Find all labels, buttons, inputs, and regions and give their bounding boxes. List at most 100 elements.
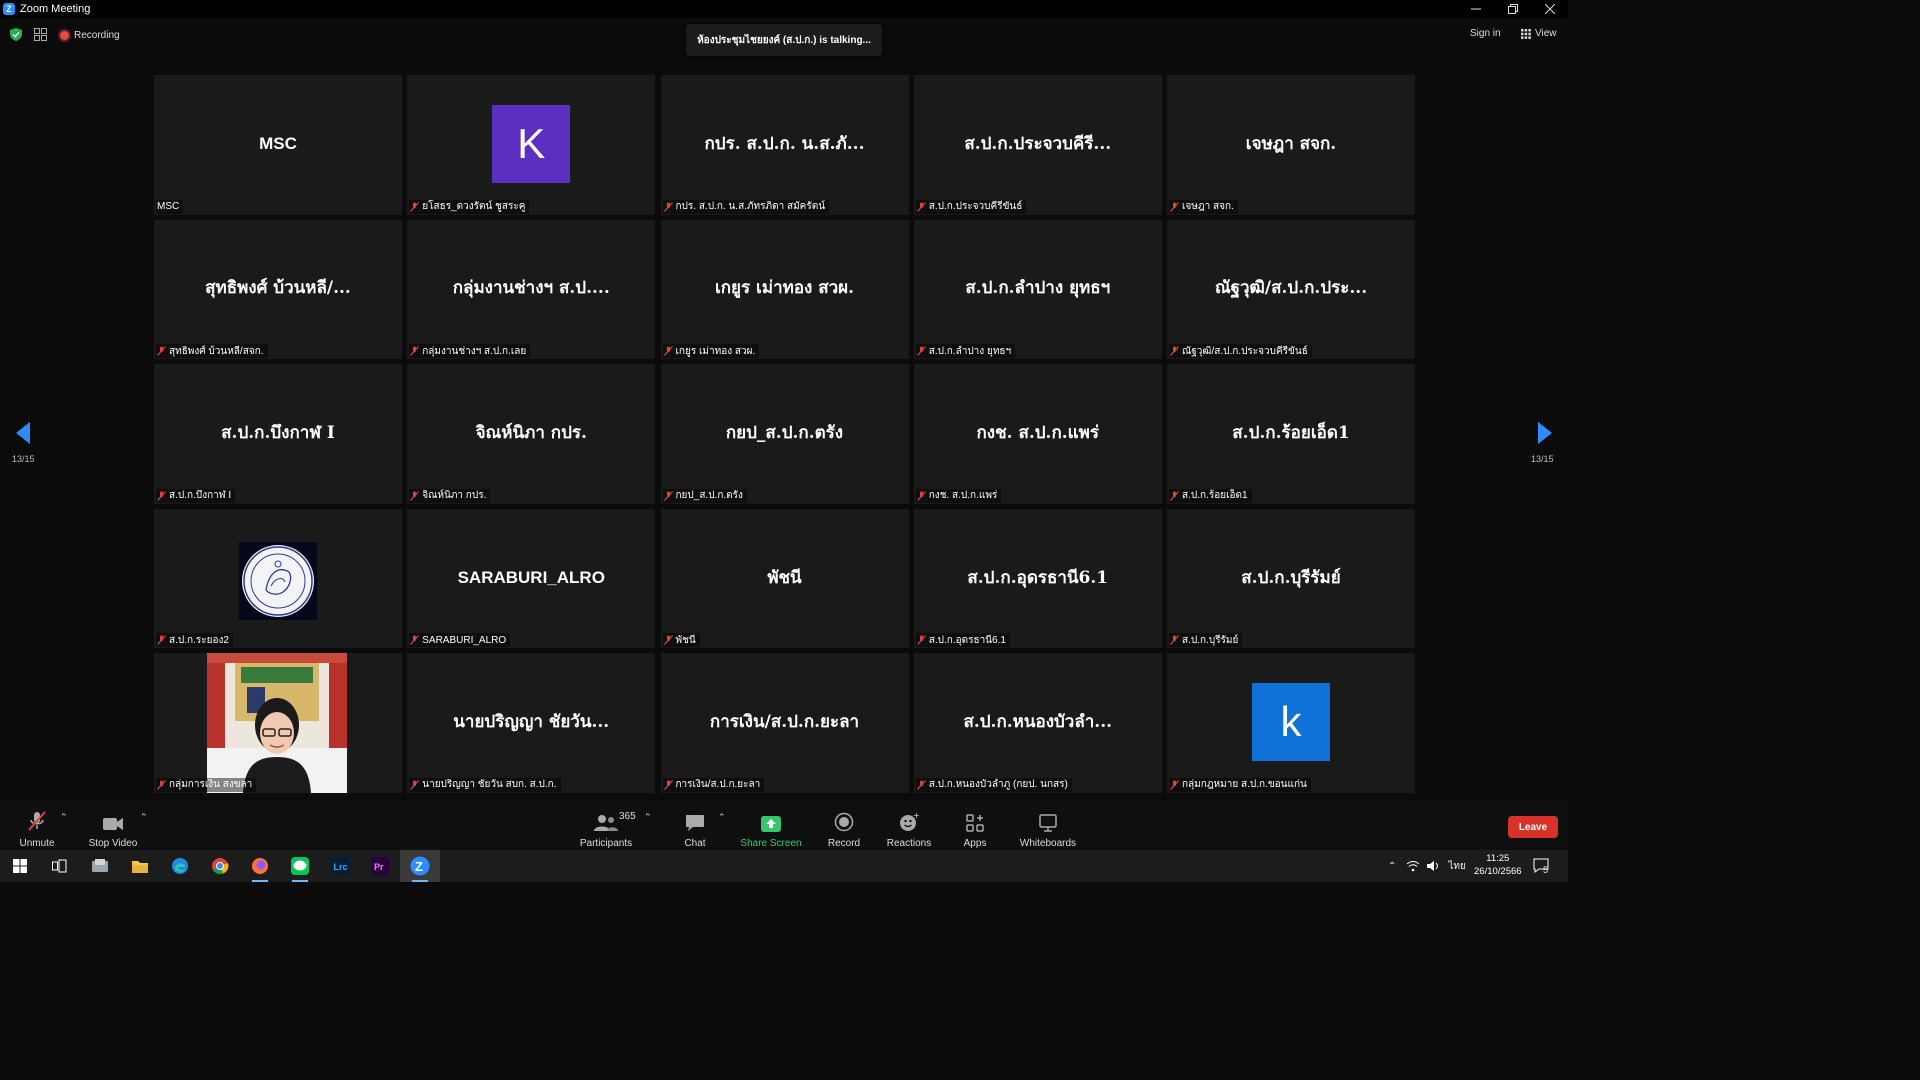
previous-page-arrow-icon[interactable] bbox=[16, 422, 30, 449]
share-screen-button[interactable]: Share Screen bbox=[740, 800, 802, 850]
muted-mic-icon bbox=[1170, 490, 1179, 501]
chat-button[interactable]: Chat bbox=[680, 800, 710, 850]
task-view-icon[interactable] bbox=[40, 850, 80, 882]
firefox-browser-icon[interactable] bbox=[240, 850, 280, 882]
reactions-smiley-icon: + bbox=[900, 812, 919, 831]
active-speaker-banner: ห้องประชุมไชยยงค์ (ส.ป.ก.) is talking... bbox=[686, 24, 882, 56]
participant-tile[interactable]: เจษฎา สจก. เจษฎา สจก. bbox=[1167, 75, 1415, 215]
participant-tile[interactable]: กยป_ส.ป.ก.ตรัง กยป_ส.ป.ก.ตรัง bbox=[660, 364, 909, 504]
participant-tile[interactable]: พัชนี พัชนี bbox=[660, 508, 909, 649]
notification-center-button[interactable]: 5 bbox=[1533, 850, 1549, 882]
muted-mic-icon bbox=[663, 635, 673, 646]
recording-indicator[interactable]: Recording bbox=[60, 26, 120, 44]
minimize-button[interactable] bbox=[1457, 0, 1494, 18]
participant-tile[interactable]: เกยูร เม่าทอง สวผ. เกยูร เม่าทอง สวผ. bbox=[660, 219, 909, 360]
participant-display-name: กลุ่มงานช่างฯ ส.ป.... bbox=[452, 278, 610, 299]
premiere-app-icon[interactable]: Pr bbox=[360, 850, 400, 882]
participant-tile[interactable]: ส.ป.ก.บุรีรัมย์ ส.ป.ก.บุรีรัมย์ bbox=[1167, 508, 1415, 649]
windows-start-icon[interactable] bbox=[0, 850, 40, 882]
audio-options-caret-icon[interactable]: ⌃ bbox=[60, 812, 68, 823]
participant-name: นายปริญญา ชัยวัน สบก. ส.ป.ก. bbox=[422, 779, 557, 791]
participant-label: ส.ป.ก.ระยอง2 bbox=[156, 633, 233, 648]
view-button[interactable]: View bbox=[1521, 28, 1557, 39]
line-app-icon[interactable] bbox=[280, 850, 320, 882]
lightroom-app-icon[interactable]: Lrc bbox=[320, 850, 360, 882]
participant-label: กลุ่มการเงิน สงขลา bbox=[156, 777, 257, 792]
muted-mic-icon bbox=[916, 635, 926, 646]
participant-tile[interactable]: K ยโสธร_ดวงรัตน์ ชูสระคู bbox=[407, 75, 656, 215]
participant-tile[interactable]: ส.ป.ก.ระยอง2 bbox=[154, 508, 402, 649]
system-tray: ⌃ ไทย bbox=[1388, 850, 1466, 882]
unmute-button[interactable]: Unmute bbox=[14, 800, 60, 850]
speaker-volume-icon[interactable] bbox=[1426, 860, 1440, 872]
participant-tile[interactable]: การเงิน/ส.ป.ก.ยะลา การเงิน/ส.ป.ก.ยะลา bbox=[660, 653, 909, 793]
tray-overflow-chevron-icon[interactable]: ⌃ bbox=[1388, 861, 1396, 872]
participant-tile[interactable]: กลุ่มการเงิน สงขลา bbox=[154, 653, 402, 793]
reactions-button[interactable]: + Reactions bbox=[886, 800, 932, 850]
participant-label: MSC bbox=[156, 199, 184, 214]
restore-button[interactable] bbox=[1494, 0, 1531, 18]
participant-name: กลุ่มงานช่างฯ ส.ป.ก.เลย bbox=[422, 345, 527, 357]
participant-tile[interactable]: ส.ป.ก.หนองบัวลำ... ส.ป.ก.หนองบัวลำภู (กย… bbox=[913, 653, 1162, 793]
chat-options-caret-icon[interactable]: ⌃ bbox=[718, 812, 726, 823]
page-indicator-left: 13/15 bbox=[12, 454, 35, 464]
muted-mic-icon bbox=[663, 780, 673, 790]
network-wifi-icon[interactable] bbox=[1406, 860, 1420, 872]
chat-label: Chat bbox=[684, 838, 706, 849]
participant-label: SARABURI_ALRO bbox=[409, 633, 511, 648]
record-button[interactable]: Record bbox=[826, 800, 862, 850]
participant-label: กงช. ส.ป.ก.แพร่ bbox=[915, 488, 1002, 503]
whiteboards-label: Whiteboards bbox=[1019, 838, 1077, 849]
whiteboards-button[interactable]: Whiteboards bbox=[1018, 800, 1078, 850]
organization-seal-image bbox=[239, 541, 317, 620]
participant-tile[interactable]: กลุ่มงานช่างฯ ส.ป.... กลุ่มงานช่างฯ ส.ป.… bbox=[407, 219, 656, 360]
participant-tile[interactable]: กงช. ส.ป.ก.แพร่ กงช. ส.ป.ก.แพร่ bbox=[913, 364, 1162, 504]
participant-label: กยป_ส.ป.ก.ตรัง bbox=[662, 488, 747, 503]
participant-tile[interactable]: สุทธิพงศ์ บ้วนหลี/... สุทธิพงศ์ บ้วนหลี/… bbox=[154, 219, 402, 360]
input-language[interactable]: ไทย bbox=[1448, 859, 1465, 874]
encryption-shield-icon[interactable] bbox=[10, 28, 22, 46]
whiteboard-icon bbox=[1039, 814, 1057, 832]
edge-browser-icon[interactable] bbox=[160, 850, 200, 882]
leave-button[interactable]: Leave bbox=[1508, 816, 1558, 838]
taskbar-clock[interactable]: 11:25 26/10/2566 bbox=[1474, 852, 1522, 878]
muted-mic-icon bbox=[663, 346, 673, 357]
participant-tile[interactable]: ส.ป.ก.ลำปาง ยุทธฯ ส.ป.ก.ลำปาง ยุทธฯ bbox=[913, 219, 1162, 360]
video-options-caret-icon[interactable]: ⌃ bbox=[140, 812, 148, 823]
muted-mic-icon bbox=[663, 201, 673, 212]
grid-layout-icon[interactable] bbox=[34, 28, 47, 46]
participant-tile[interactable]: ส.ป.ก.บึงกาฬ I ส.ป.ก.บึงกาฬ I bbox=[154, 364, 402, 504]
participant-tile[interactable]: SARABURI_ALRO SARABURI_ALRO bbox=[407, 508, 656, 649]
zoom-app-icon[interactable]: Z bbox=[400, 850, 440, 882]
participant-tile[interactable]: ส.ป.ก.ร้อยเอ็ด1 ส.ป.ก.ร้อยเอ็ด1 bbox=[1167, 364, 1415, 504]
meeting-controls-toolbar: Unmute ⌃ Stop Video ⌃ Participants 365 ⌃… bbox=[0, 800, 1568, 850]
apps-button[interactable]: Apps bbox=[960, 800, 990, 850]
view-label: View bbox=[1535, 28, 1557, 39]
stop-video-button[interactable]: Stop Video bbox=[86, 800, 140, 850]
file-explorer-app-icon[interactable] bbox=[80, 850, 120, 882]
participant-tile[interactable]: นายปริญญา ชัยวัน... นายปริญญา ชัยวัน สบก… bbox=[407, 653, 656, 793]
participants-options-caret-icon[interactable]: ⌃ bbox=[644, 812, 652, 823]
participants-button[interactable]: Participants bbox=[578, 800, 634, 850]
chrome-browser-icon[interactable] bbox=[200, 850, 240, 882]
participant-name: เจษฎา สจก. bbox=[1182, 201, 1234, 213]
participant-display-name: เจษฎา สจก. bbox=[1245, 133, 1337, 154]
participant-tile[interactable]: กปร. ส.ป.ก. น.ส.ภั... กปร. ส.ป.ก. น.ส.ภั… bbox=[660, 75, 909, 215]
muted-mic-icon bbox=[157, 635, 166, 646]
sign-in-link[interactable]: Sign in bbox=[1470, 28, 1501, 39]
participant-tile[interactable]: k กลุ่มกฎหมาย ส.ป.ก.ขอนแก่น bbox=[1167, 653, 1415, 793]
close-button[interactable] bbox=[1531, 0, 1568, 18]
participant-name: ณัฐวุฒิ/ส.ป.ก.ประจวบคีรีขันธ์ bbox=[1182, 345, 1308, 357]
participant-tile[interactable]: ส.ป.ก.ประจวบคีรี... ส.ป.ก.ประจวบคีรีขันธ… bbox=[913, 75, 1162, 215]
participant-tile[interactable]: ณัฐวุฒิ/ส.ป.ก.ประ... ณัฐวุฒิ/ส.ป.ก.ประจว… bbox=[1167, 219, 1415, 360]
participant-tile[interactable]: จิณห์นิภา กปร. จิณห์นิภา กปร. bbox=[407, 364, 656, 504]
folder-app-icon[interactable] bbox=[120, 850, 160, 882]
next-page-arrow-icon[interactable] bbox=[1538, 422, 1552, 449]
participant-tile[interactable]: MSC MSC bbox=[154, 75, 402, 215]
participant-display-name: พัชนี bbox=[767, 567, 802, 588]
participant-tile[interactable]: ส.ป.ก.อุดรธานี6.1 ส.ป.ก.อุดรธานี6.1 bbox=[913, 508, 1162, 649]
participant-name: ส.ป.ก.หนองบัวลำภู (กยป. นกสร) bbox=[928, 779, 1068, 791]
participant-name: ยโสธร_ดวงรัตน์ ชูสระคู bbox=[422, 201, 526, 213]
participant-avatar: K bbox=[492, 105, 571, 183]
participant-label: เกยูร เม่าทอง สวผ. bbox=[662, 344, 760, 359]
